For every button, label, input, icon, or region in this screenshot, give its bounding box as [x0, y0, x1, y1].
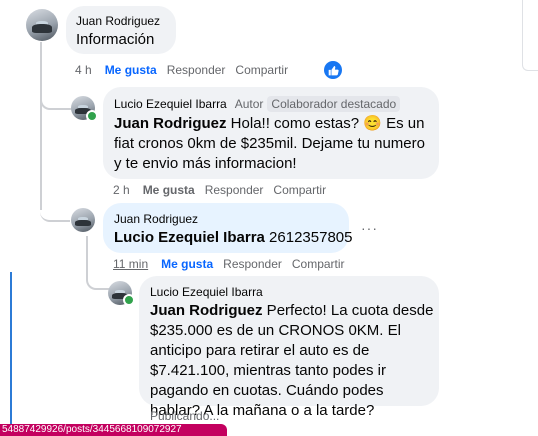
comment-bubble[interactable]: Juan Rodriguez Lucio Ezequiel Ibarra 261…	[103, 203, 352, 253]
like-button[interactable]: Me gusta	[105, 63, 157, 77]
comment-author[interactable]: Lucio Ezequiel Ibarra	[150, 285, 263, 299]
mention-link[interactable]: Juan Rodriguez	[114, 115, 227, 132]
top-contributor-badge: Colaborador destacado	[267, 96, 401, 112]
mention-link[interactable]: Juan Rodriguez	[150, 302, 263, 319]
link-status-bar: 54887429926/posts/3445668109072927	[0, 424, 227, 436]
author-label: Autor	[234, 97, 264, 111]
comment-author[interactable]: Juan Rodriguez	[76, 14, 160, 28]
like-reaction-icon[interactable]	[324, 61, 342, 79]
comment-time[interactable]: 2 h	[113, 183, 130, 197]
more-options-icon[interactable]: ···	[361, 220, 378, 236]
comment-body: 2612357805	[264, 229, 353, 246]
comment-header: Lucio Ezequiel Ibarra Autor Colaborador de…	[114, 95, 401, 113]
comment-author[interactable]: Lucio Ezequiel Ibarra	[114, 97, 227, 111]
comment-time[interactable]: 11 min	[113, 257, 148, 271]
comment-body: Perfecto! La cuota desde $235.000 es de …	[150, 302, 434, 419]
comment-bubble: Juan Rodriguez Información	[66, 6, 176, 54]
online-indicator	[86, 110, 98, 122]
avatar[interactable]	[26, 9, 58, 41]
share-button[interactable]: Compartir	[235, 63, 288, 77]
reply-button[interactable]: Responder	[167, 63, 226, 77]
side-panel-edge	[522, 0, 538, 71]
reply-button[interactable]: Responder	[205, 183, 264, 197]
share-button[interactable]: Compartir	[273, 183, 326, 197]
thumbs-up-icon	[328, 65, 339, 75]
comment-text: Información	[76, 31, 155, 48]
online-indicator	[123, 294, 135, 306]
avatar-car-body	[75, 219, 91, 226]
thread-connector-reply-1	[40, 60, 72, 110]
share-button[interactable]: Compartir	[292, 257, 345, 271]
reply-button[interactable]: Responder	[223, 257, 282, 271]
comment-author[interactable]: Juan Rodriguez	[114, 212, 198, 226]
comment-time[interactable]: 4 h	[75, 63, 92, 77]
comment-bubble: Lucio Ezequiel Ibarra Autor Colaborador de…	[103, 87, 439, 179]
thread-connector-reply-3	[86, 262, 112, 290]
like-button[interactable]: Me gusta	[161, 257, 213, 271]
publishing-status: Publicando...	[150, 409, 220, 423]
comment-text: Juan Rodriguez Perfecto! La cuota desde …	[150, 301, 435, 421]
focus-edge	[10, 272, 12, 424]
like-button[interactable]: Me gusta	[143, 183, 195, 197]
comment-actions: 2 h Me gusta Responder Compartir	[113, 183, 336, 197]
comment-text: Lucio Ezequiel Ibarra 2612357805	[114, 228, 352, 248]
thread-connector-reply-2	[40, 190, 70, 222]
mention-link[interactable]: Lucio Ezequiel Ibarra	[114, 229, 265, 246]
comment-text: Juan Rodriguez Hola!! como estas? 😊 Es u…	[114, 114, 432, 174]
comment-actions: 11 min Me gusta Responder Compartir	[113, 257, 355, 271]
comment-bubble: Lucio Ezequiel Ibarra Juan Rodriguez Per…	[139, 276, 439, 419]
avatar[interactable]	[71, 208, 95, 232]
avatar-car-body	[31, 24, 53, 33]
comment-actions: 4 h Me gusta Responder Compartir	[75, 63, 298, 77]
